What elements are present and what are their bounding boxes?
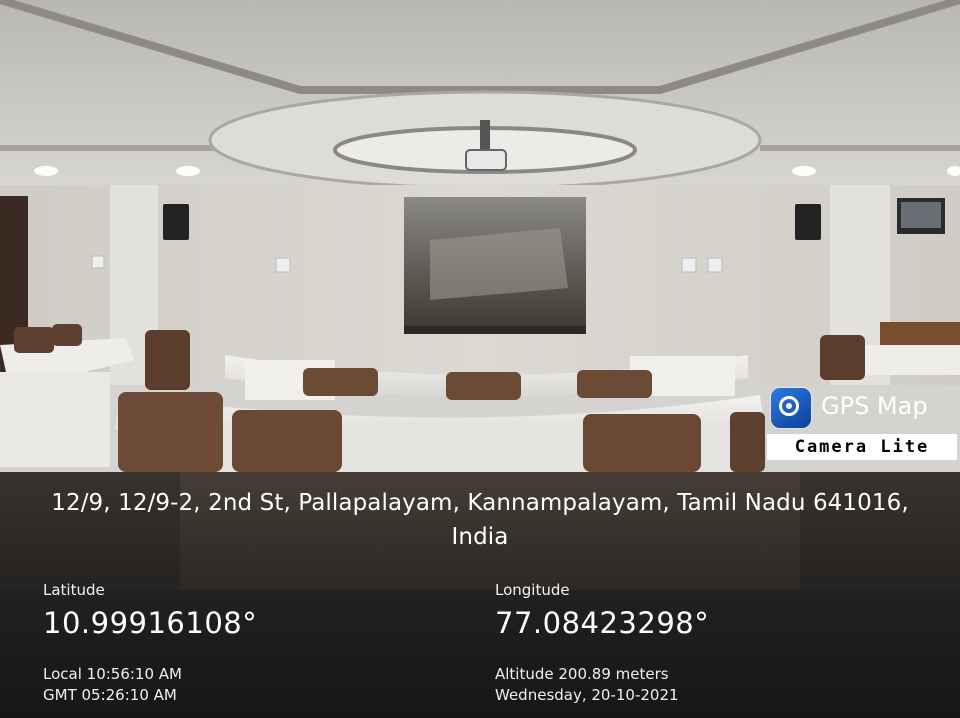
gps-map-camera-badge: GPS Map Camera Lite (767, 380, 959, 460)
latitude-value: 10.99916108° (43, 606, 258, 640)
local-time: Local 10:56:10 AM (43, 665, 182, 683)
latitude-label: Latitude (43, 581, 105, 599)
date-text: Wednesday, 20-10-2021 (495, 686, 679, 704)
camera-app-icon (771, 388, 811, 428)
longitude-label: Longitude (495, 581, 570, 599)
lens-dot (786, 403, 792, 409)
badge-subtitle: Camera Lite (767, 434, 957, 460)
longitude-value: 77.08423298° (495, 606, 710, 640)
altitude-text: Altitude 200.89 meters (495, 665, 669, 683)
badge-title: GPS Map (821, 392, 928, 420)
gmt-time: GMT 05:26:10 AM (43, 686, 177, 704)
address-text: 12/9, 12/9-2, 2nd St, Pallapalayam, Kann… (51, 490, 909, 550)
photo-stage: GPS Map Camera Lite 12/9, 12/9-2, 2nd St… (0, 0, 960, 718)
